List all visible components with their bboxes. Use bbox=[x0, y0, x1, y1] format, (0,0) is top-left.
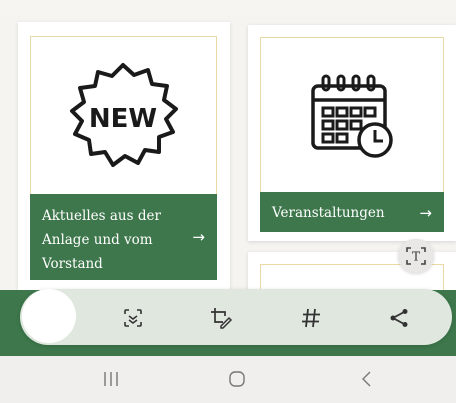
share-icon bbox=[390, 309, 408, 327]
events-card-footer[interactable]: Veranstaltungen → bbox=[260, 192, 444, 232]
scan-button[interactable] bbox=[118, 303, 148, 333]
recent-apps-icon bbox=[104, 372, 118, 386]
scan-icon bbox=[124, 309, 142, 327]
news-card-image: NEW bbox=[30, 36, 217, 195]
crop-edit-icon bbox=[211, 308, 233, 329]
news-card-footer[interactable]: Aktuelles aus der Anlage und vom Vorstan… bbox=[30, 194, 217, 280]
calendar-clock-icon bbox=[311, 74, 393, 158]
hashtag-icon bbox=[302, 308, 320, 328]
events-card-label[interactable]: Veranstaltungen bbox=[272, 201, 385, 225]
screenshot-thumbnail[interactable] bbox=[22, 289, 76, 343]
events-card[interactable]: Veranstaltungen → bbox=[248, 25, 456, 241]
share-button[interactable] bbox=[384, 303, 414, 333]
arrow-right-icon[interactable]: → bbox=[419, 201, 432, 225]
news-card-label[interactable]: Aktuelles aus der Anlage und vom Vorstan… bbox=[42, 204, 182, 276]
events-card-image bbox=[260, 37, 444, 193]
text-recognition-button[interactable]: T bbox=[398, 239, 434, 273]
home-icon bbox=[229, 371, 245, 387]
crop-edit-button[interactable] bbox=[206, 303, 236, 333]
text-recognition-icon: T bbox=[406, 247, 426, 265]
status-area bbox=[0, 0, 456, 15]
back-icon bbox=[362, 371, 371, 387]
new-badge-text: NEW bbox=[89, 104, 157, 134]
recent-apps-button[interactable] bbox=[103, 370, 119, 392]
news-card[interactable]: NEW Aktuelles aus der Anlage und vom Vor… bbox=[18, 22, 230, 294]
home-button[interactable] bbox=[228, 370, 246, 392]
svg-text:T: T bbox=[412, 250, 420, 264]
back-button[interactable] bbox=[360, 370, 374, 392]
hashtag-button[interactable] bbox=[296, 303, 326, 333]
arrow-right-icon[interactable]: → bbox=[192, 225, 205, 249]
new-badge-icon: NEW bbox=[70, 63, 178, 167]
